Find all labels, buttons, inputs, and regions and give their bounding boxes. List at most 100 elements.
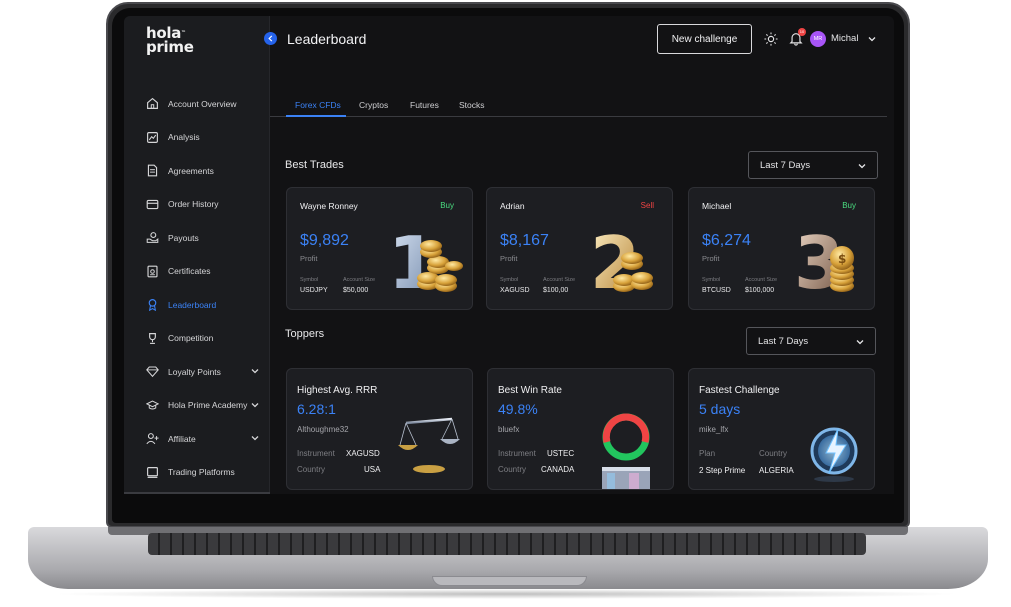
topper-value: 49.8% [498, 401, 538, 417]
chevron-down-icon[interactable] [250, 433, 260, 443]
chevron-down-icon[interactable] [867, 34, 877, 44]
instrument-value: XAGUSD [346, 449, 380, 458]
sidebar-item-label: Hola Prime Academy [168, 400, 248, 411]
topper-card[interactable]: Highest Avg. RRR 6.28:1 Althoughme32 Ins… [286, 368, 473, 490]
sun-icon[interactable] [764, 32, 778, 46]
medal-icon [148, 299, 157, 312]
active-tab-indicator [286, 115, 346, 117]
certificate-icon [147, 265, 158, 278]
topper-username: mike_lfx [699, 425, 729, 434]
sidebar: hola™ prime Account Overview Analysis Ag… [124, 16, 270, 494]
sidebar-item-hola-prime-academy[interactable]: Hola Prime Academy [146, 389, 270, 423]
toppers-title: Toppers [285, 328, 325, 340]
symbol-value: XAGUSD [500, 287, 530, 294]
laptop-mockup: hola™ prime Account Overview Analysis Ag… [0, 0, 1011, 607]
sidebar-item-label: Trading Platforms [168, 467, 235, 478]
chevron-down-icon [858, 164, 866, 169]
sidebar-item-label: Payouts [168, 232, 199, 243]
hand-coin-icon [146, 232, 159, 244]
rank-1-coins-icon: 1 [388, 221, 463, 300]
sidebar-item-analysis[interactable]: Analysis [146, 121, 270, 155]
topper-value: 5 days [699, 401, 741, 417]
account-size-label: Account Size [543, 277, 576, 283]
trade-side-badge: Buy [842, 201, 856, 210]
tab-cryptos[interactable]: Cryptos [359, 100, 388, 110]
document-icon [147, 164, 158, 177]
profit-value: $6,274 [702, 232, 751, 249]
laptop-keyboard [148, 533, 866, 555]
instrument-label: Instrument [498, 449, 536, 458]
chevron-left-icon [268, 35, 273, 42]
symbol-label: Symbol [702, 277, 721, 283]
account-size-label: Account Size [745, 277, 778, 283]
plan-label: Plan [699, 449, 716, 458]
sidebar-item-account-overview[interactable]: Account Overview [146, 87, 270, 121]
chart-icon [147, 131, 158, 143]
trader-name: Wayne Ronney [300, 201, 358, 211]
best-trades-title: Best Trades [285, 159, 344, 171]
country-value: CANADA [541, 465, 575, 474]
card-icon [146, 199, 159, 209]
tab-stocks[interactable]: Stocks [459, 100, 485, 110]
sidebar-item-affiliate[interactable]: Affiliate [146, 422, 270, 456]
country-value: ALGERIA [759, 466, 794, 475]
best-trades-period-select[interactable]: Last 7 Days [748, 151, 878, 179]
trade-side-badge: Buy [440, 201, 454, 210]
topper-title: Fastest Challenge [699, 385, 780, 396]
sidebar-item-competition[interactable]: Competition [146, 322, 270, 356]
account-size-label: Account Size [343, 277, 376, 283]
best-trade-card[interactable]: Adrian Sell $8,167 Profit Symbol XAGUSD … [486, 187, 673, 310]
sidebar-item-leaderboard[interactable]: Leaderboard [146, 288, 270, 322]
profit-label: Profit [702, 254, 720, 263]
sidebar-item-label: Leaderboard [168, 299, 217, 310]
lightning-clock-icon [810, 427, 858, 482]
topper-card[interactable]: Best Win Rate 49.8% bluefx Instrument US… [487, 368, 674, 490]
chevron-down-icon[interactable] [250, 366, 260, 376]
account-size-value: $100,000 [745, 287, 775, 294]
sidebar-item-agreements[interactable]: Agreements [146, 154, 270, 188]
sidebar-item-loyalty-points[interactable]: Loyalty Points [146, 355, 270, 389]
sidebar-item-label: Affiliate [168, 433, 196, 444]
symbol-value: BTCUSD [702, 287, 731, 294]
tab-forex-cfds[interactable]: Forex CFDs [295, 100, 341, 110]
avatar[interactable]: MR [810, 31, 826, 47]
sidebar-divider [124, 492, 270, 494]
sidebar-item-payouts[interactable]: Payouts [146, 221, 270, 255]
profit-label: Profit [300, 254, 318, 263]
sidebar-item-order-history[interactable]: Order History [146, 188, 270, 222]
instrument-label: Instrument [297, 449, 335, 458]
user-name[interactable]: Michal [831, 33, 858, 44]
trader-name: Adrian [500, 201, 525, 211]
account-size-value: $50,000 [343, 287, 369, 294]
best-trade-card[interactable]: Michael Buy $6,274 Profit Symbol BTCUSD … [688, 187, 875, 310]
page-title: Leaderboard [287, 31, 367, 47]
graduation-cap-icon [146, 400, 159, 410]
topper-card[interactable]: Fastest Challenge 5 days mike_lfx Plan 2… [688, 368, 875, 490]
topper-value: 6.28:1 [297, 401, 336, 417]
app-screen: hola™ prime Account Overview Analysis Ag… [124, 16, 894, 494]
monitor-icon [147, 466, 158, 478]
tab-futures[interactable]: Futures [410, 100, 439, 110]
logo-line-2: prime [146, 38, 194, 56]
sidebar-item-certificates[interactable]: Certificates [146, 255, 270, 289]
trade-side-badge: Sell [640, 201, 654, 210]
sidebar-item-label: Agreements [168, 165, 214, 176]
scale-icon [398, 417, 460, 473]
chevron-down-icon [856, 340, 864, 345]
brand-logo[interactable]: hola™ prime [146, 26, 194, 56]
symbol-label: Symbol [500, 277, 519, 283]
plan-value: 2 Step Prime [699, 466, 746, 475]
toppers-period-select[interactable]: Last 7 Days [746, 327, 876, 355]
chevron-down-icon[interactable] [250, 400, 260, 410]
laptop-notch [432, 576, 587, 586]
best-trade-card[interactable]: Wayne Ronney Buy $9,892 Profit Symbol US… [286, 187, 473, 310]
collapse-sidebar-button[interactable] [264, 32, 277, 45]
profit-value: $9,892 [300, 232, 349, 249]
sidebar-item-trading-platforms[interactable]: Trading Platforms [146, 456, 270, 490]
new-challenge-button[interactable]: New challenge [657, 24, 752, 54]
country-label: Country [297, 465, 326, 474]
trader-name: Michael [702, 201, 732, 211]
period-value: Last 7 Days [758, 335, 809, 347]
period-value: Last 7 Days [760, 159, 811, 171]
country-value: USA [364, 465, 381, 474]
